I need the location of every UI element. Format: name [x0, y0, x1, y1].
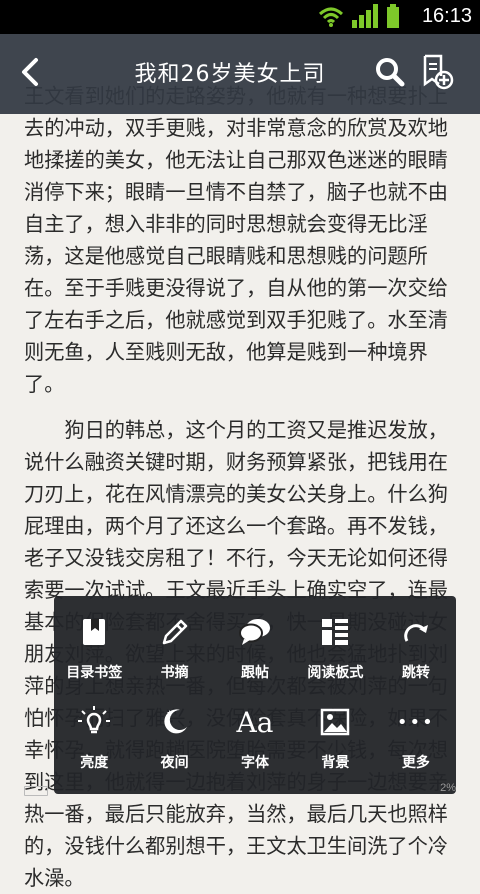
- search-button[interactable]: [374, 56, 406, 92]
- status-icons: [318, 4, 400, 28]
- signal-icon: [352, 4, 378, 28]
- image-icon: [321, 708, 350, 736]
- status-time: 16:13: [421, 5, 472, 27]
- menu-label-brightness: 亮度: [80, 755, 109, 771]
- bookmark-list-icon: [83, 619, 106, 645]
- menu-item-comments[interactable]: 跟帖: [215, 612, 295, 704]
- menu-label-background: 背景: [321, 755, 350, 771]
- menu-label-more: 更多: [401, 755, 430, 771]
- wifi-icon: [318, 7, 344, 27]
- menu-item-jump[interactable]: 跳转: [376, 612, 456, 704]
- battery-icon: [387, 4, 399, 28]
- font-icon: Aa: [236, 705, 274, 739]
- menu-item-toc-bookmarks[interactable]: 目录书签: [54, 612, 134, 704]
- reading-footer: 2%: [0, 780, 480, 800]
- menu-label-layout: 阅读板式: [307, 665, 364, 681]
- menu-row-1: 目录书签 书摘 跟帖 阅读板式 跳转: [54, 612, 456, 704]
- layout-icon: [322, 619, 349, 645]
- reader-toolbar: 我和26岁美女上司: [0, 34, 480, 114]
- menu-label-jump: 跳转: [401, 665, 430, 681]
- menu-label-excerpt: 书摘: [160, 665, 189, 681]
- add-bookmark-icon: [423, 54, 454, 90]
- redo-icon: [404, 624, 428, 642]
- pencil-icon: [162, 619, 187, 645]
- menu-item-layout[interactable]: 阅读板式: [295, 612, 375, 704]
- search-icon: [376, 58, 405, 87]
- brightness-icon: [78, 706, 111, 734]
- night-mode-icon: [163, 709, 187, 734]
- menu-label-toc-bookmarks: 目录书签: [66, 665, 123, 681]
- add-to-bookshelf-button[interactable]: [422, 54, 454, 94]
- menu-label-font: 字体: [241, 755, 270, 771]
- comments-icon: [239, 619, 271, 645]
- back-button[interactable]: [18, 52, 58, 96]
- back-arrow-icon: [22, 58, 38, 86]
- status-bar: 16:13: [0, 0, 480, 34]
- menu-label-night: 夜间: [160, 755, 189, 771]
- reader-settings-menu: 目录书签 书摘 跟帖 阅读板式 跳转 亮度 夜间 Aa 字体 背景 ••• 更多: [54, 596, 456, 794]
- book-title: 我和26岁美女上司: [134, 62, 326, 87]
- more-icon: •••: [396, 711, 435, 733]
- reading-progress: 2%: [440, 782, 456, 794]
- paragraph-1: 王文看到她们的走路姿势，他就有一种想要扑上去的冲动，双手更贱，对非常意念的欣赏及…: [24, 84, 448, 396]
- page-battery-icon: [24, 786, 48, 796]
- menu-label-comments: 跟帖: [241, 665, 270, 681]
- menu-item-excerpt[interactable]: 书摘: [134, 612, 214, 704]
